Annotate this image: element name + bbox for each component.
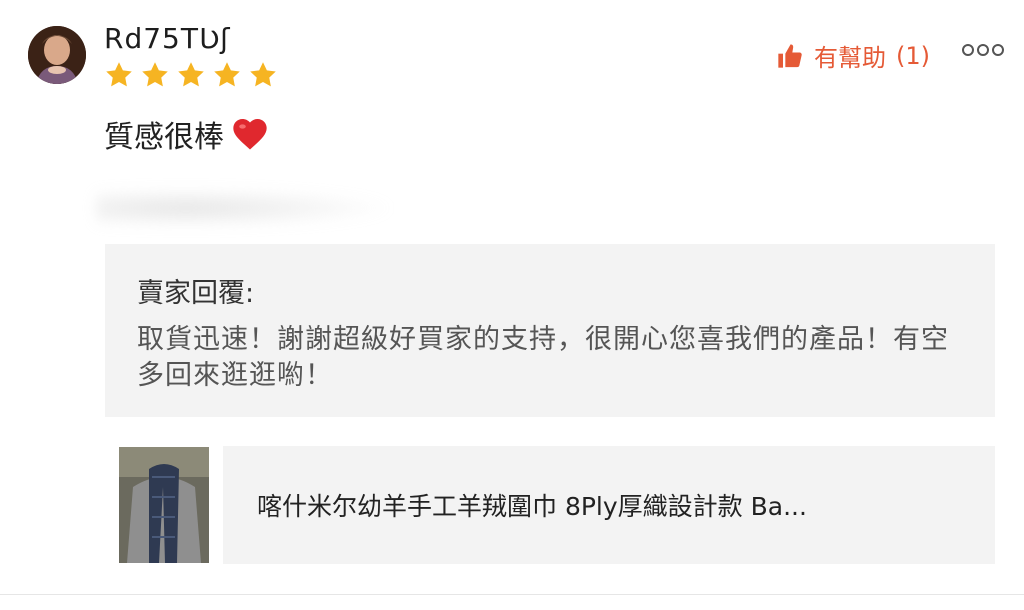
star-icon (214, 62, 240, 87)
star-icon (178, 62, 204, 87)
helpful-button[interactable]: 有幫助 (1) (776, 38, 930, 73)
seller-reply-body: 取貨迅速！謝謝超級好買家的支持，很開心您喜我們的產品！有空多回來逛逛喲！ (137, 324, 949, 391)
seller-reply-title: 賣家回覆: (137, 278, 255, 309)
review-content: 質感很棒 (104, 112, 270, 156)
reviewer-avatar[interactable] (28, 26, 86, 84)
product-name[interactable]: 喀什米尔幼羊手工羊羢圍巾 8Ply厚織設計款 Ba... (257, 487, 977, 523)
star-icon (106, 62, 132, 87)
reviewer-username[interactable]: Rd75TƲʃ (104, 22, 231, 55)
star-icon (142, 62, 168, 87)
thumbs-up-icon (778, 43, 802, 68)
divider (0, 594, 1024, 595)
star-icon (250, 62, 276, 87)
product-thumbnail[interactable] (105, 446, 223, 564)
more-options-icon[interactable] (962, 44, 1004, 56)
rating-stars (104, 60, 278, 90)
product-link[interactable]: 喀什米尔幼羊手工羊羢圍巾 8Ply厚織設計款 Ba... (105, 446, 995, 564)
heart-emoji-icon (233, 119, 267, 150)
helpful-count: (1) (896, 41, 930, 70)
helpful-label: 有幫助 (814, 44, 886, 72)
review-text: 質感很棒 (104, 120, 224, 155)
blurred-region (96, 188, 396, 228)
seller-reply-panel: 賣家回覆: 取貨迅速！謝謝超級好買家的支持，很開心您喜我們的產品！有空多回來逛逛… (105, 244, 995, 417)
